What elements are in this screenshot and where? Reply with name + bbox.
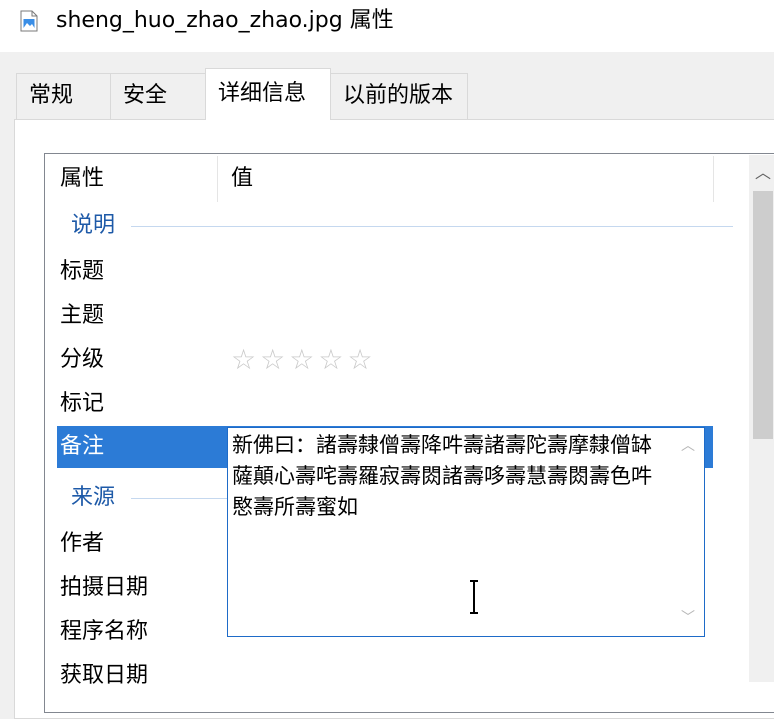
column-header-value[interactable]: 值 (231, 154, 253, 204)
group-divider (131, 498, 231, 499)
star-icon[interactable]: ☆ (231, 342, 260, 378)
property-subject[interactable]: 主题 (60, 294, 104, 338)
property-date-acquired[interactable]: 获取日期 (60, 654, 148, 698)
star-icon[interactable]: ☆ (260, 342, 289, 378)
column-divider[interactable] (217, 156, 218, 202)
comments-value-text[interactable]: 新佛曰：諸壽隸僧壽降吽壽諸壽陀壽摩隸僧缽薩顛心壽咤壽羅寂壽閦諸壽哆壽慧壽閦壽色吽… (232, 430, 664, 523)
group-label: 来源 (71, 485, 116, 510)
tab-details[interactable]: 详细信息 (205, 68, 331, 120)
column-header-property[interactable]: 属性 (60, 154, 104, 204)
property-list[interactable]: 属性 值 说明 标题 主题 分级 ☆☆☆☆☆ 标记 备注 来源 作者 拍摄日期 … (44, 153, 774, 713)
property-date-taken[interactable]: 拍摄日期 (60, 566, 148, 610)
window-title-bar: sheng_huo_zhao_zhao.jpg 属性 (0, 0, 774, 52)
tab-security[interactable]: 安全 (110, 73, 206, 119)
scrollbar-thumb[interactable] (753, 191, 773, 439)
group-divider (131, 226, 733, 227)
comments-editor[interactable]: 新佛曰：諸壽隸僧壽降吽壽諸壽陀壽摩隸僧缽薩顛心壽咤壽羅寂壽閦諸壽哆壽慧壽閦壽色吽… (227, 427, 705, 637)
scroll-up-arrow-icon[interactable]: ︿ (755, 165, 771, 181)
property-authors[interactable]: 作者 (60, 522, 104, 566)
image-file-icon (20, 10, 38, 32)
vertical-scrollbar[interactable]: ︿ (749, 155, 774, 682)
window-title: sheng_huo_zhao_zhao.jpg 属性 (56, 8, 394, 33)
star-icon[interactable]: ☆ (318, 342, 347, 378)
text-cursor-icon (470, 580, 478, 614)
group-label: 说明 (71, 213, 116, 238)
property-rating[interactable]: 分级 (60, 338, 104, 382)
property-comments[interactable]: 备注 (60, 426, 104, 468)
tab-previous-versions[interactable]: 以前的版本 (330, 73, 468, 119)
group-header-description[interactable]: 说明 (45, 206, 745, 246)
column-divider[interactable] (713, 156, 714, 202)
property-program-name[interactable]: 程序名称 (60, 610, 148, 654)
property-title[interactable]: 标题 (60, 250, 104, 294)
chevron-up-icon[interactable]: ︿ (680, 438, 696, 454)
rating-stars[interactable]: ☆☆☆☆☆ (231, 342, 377, 378)
tab-general[interactable]: 常规 (16, 73, 111, 119)
star-icon[interactable]: ☆ (347, 342, 376, 378)
star-icon[interactable]: ☆ (289, 342, 318, 378)
property-tags[interactable]: 标记 (60, 382, 104, 426)
chevron-down-icon[interactable]: ﹀ (680, 610, 696, 626)
